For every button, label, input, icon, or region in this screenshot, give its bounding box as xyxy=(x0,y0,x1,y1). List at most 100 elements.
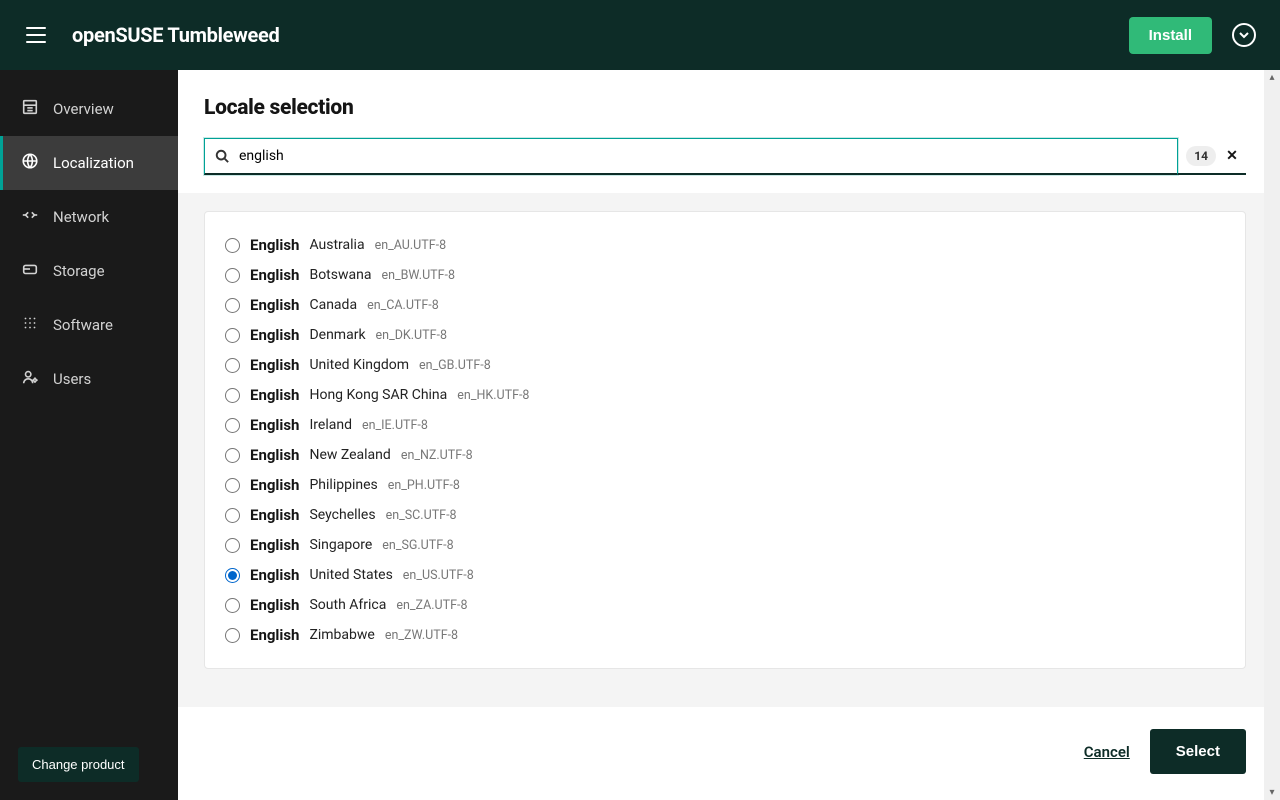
scrollbar[interactable]: ▴ ▾ xyxy=(1264,70,1280,800)
locale-code: en_HK.UTF-8 xyxy=(457,388,529,403)
sidebar: Overview Localization Network Storage Softwa… xyxy=(0,70,178,800)
locale-radio[interactable] xyxy=(225,508,240,523)
locale-language: English xyxy=(250,326,299,344)
locale-code: en_SC.UTF-8 xyxy=(386,508,457,523)
locale-code: en_US.UTF-8 xyxy=(403,568,474,583)
cancel-button[interactable]: Cancel xyxy=(1084,743,1130,761)
locale-country: Hong Kong SAR China xyxy=(309,387,447,403)
locale-row[interactable]: EnglishBotswanaen_BW.UTF-8 xyxy=(225,260,1225,290)
sidebar-item-label: Users xyxy=(53,370,91,388)
locale-country: Seychelles xyxy=(309,507,375,523)
locale-code: en_GB.UTF-8 xyxy=(419,358,491,373)
sidebar-item-users[interactable]: Users xyxy=(0,352,178,406)
locale-code: en_NZ.UTF-8 xyxy=(401,448,473,463)
locale-language: English xyxy=(250,566,299,584)
locale-code: en_ZW.UTF-8 xyxy=(385,628,458,643)
change-product-button[interactable]: Change product xyxy=(18,747,139,782)
menu-icon[interactable] xyxy=(24,23,48,47)
locale-radio[interactable] xyxy=(225,568,240,583)
locale-country: Singapore xyxy=(309,537,372,553)
locale-country: Zimbabwe xyxy=(309,627,374,643)
globe-icon xyxy=(21,152,39,174)
app-header: openSUSE Tumbleweed Install xyxy=(0,0,1280,70)
locale-code: en_AU.UTF-8 xyxy=(375,238,447,253)
locale-code: en_CA.UTF-8 xyxy=(367,298,439,313)
page-title: Locale selection xyxy=(204,96,1246,120)
locale-row[interactable]: English United Kingdom en_GB.UTF-8 xyxy=(225,350,1225,380)
locale-row[interactable]: English United States en_US.UTF-8 xyxy=(225,560,1225,590)
search-icon xyxy=(215,149,229,163)
locale-radio[interactable] xyxy=(225,268,240,283)
network-icon xyxy=(21,206,39,228)
sidebar-item-software[interactable]: Software xyxy=(0,298,178,352)
locale-row[interactable]: EnglishSouth Africaen_ZA.UTF-8 xyxy=(225,590,1225,620)
locale-country: Botswana xyxy=(309,267,371,283)
locale-country: Australia xyxy=(309,237,364,253)
main-content: Locale selection 14 ✕ EnglishAustraliaen… xyxy=(178,70,1280,800)
locale-country: Ireland xyxy=(309,417,352,433)
sidebar-item-label: Software xyxy=(53,316,113,334)
locale-language: English xyxy=(250,446,299,464)
clear-search-icon[interactable]: ✕ xyxy=(1224,148,1240,164)
sidebar-item-label: Localization xyxy=(53,154,134,172)
locale-radio[interactable] xyxy=(225,238,240,253)
locale-radio[interactable] xyxy=(225,388,240,403)
locale-country: South Africa xyxy=(309,597,386,613)
search-input[interactable] xyxy=(239,139,1167,173)
locale-language: English xyxy=(250,356,299,374)
software-icon xyxy=(21,314,39,336)
sidebar-item-storage[interactable]: Storage xyxy=(0,244,178,298)
locale-country: United States xyxy=(309,567,392,583)
locale-row[interactable]: EnglishHong Kong SAR Chinaen_HK.UTF-8 xyxy=(225,380,1225,410)
chevron-down-icon[interactable] xyxy=(1232,23,1256,47)
sidebar-item-label: Storage xyxy=(53,262,105,280)
locale-radio[interactable] xyxy=(225,538,240,553)
locale-language: English xyxy=(250,236,299,254)
locale-country: Denmark xyxy=(309,327,365,343)
storage-icon xyxy=(21,260,39,282)
search-box[interactable] xyxy=(204,138,1178,175)
sidebar-item-overview[interactable]: Overview xyxy=(0,82,178,136)
locale-language: English xyxy=(250,476,299,494)
locale-radio[interactable] xyxy=(225,328,240,343)
locale-row[interactable]: English Canada en_CA.UTF-8 xyxy=(225,290,1225,320)
locale-row[interactable]: English Australia en_AU.UTF-8 xyxy=(225,230,1225,260)
scroll-down-icon[interactable]: ▾ xyxy=(1269,787,1274,798)
locale-language: English xyxy=(250,536,299,554)
locale-code: en_PH.UTF-8 xyxy=(388,478,460,493)
locale-country: Canada xyxy=(309,297,357,313)
select-button[interactable]: Select xyxy=(1150,729,1246,774)
locale-country: Philippines xyxy=(309,477,377,493)
install-button[interactable]: Install xyxy=(1129,17,1212,54)
sidebar-item-network[interactable]: Network xyxy=(0,190,178,244)
overview-icon xyxy=(21,98,39,120)
locale-row[interactable]: English Zimbabwe en_ZW.UTF-8 xyxy=(225,620,1225,650)
locale-radio[interactable] xyxy=(225,358,240,373)
locale-row[interactable]: EnglishSeychellesen_SC.UTF-8 xyxy=(225,500,1225,530)
locale-radio[interactable] xyxy=(225,598,240,613)
locale-radio[interactable] xyxy=(225,478,240,493)
sidebar-item-localization[interactable]: Localization xyxy=(0,136,178,190)
locale-radio[interactable] xyxy=(225,628,240,643)
locale-country: New Zealand xyxy=(309,447,390,463)
locale-row[interactable]: English Ireland en_IE.UTF-8 xyxy=(225,410,1225,440)
scroll-up-icon[interactable]: ▴ xyxy=(1269,72,1274,83)
locale-radio[interactable] xyxy=(225,448,240,463)
locale-radio[interactable] xyxy=(225,418,240,433)
locale-row[interactable]: English Singapore en_SG.UTF-8 xyxy=(225,530,1225,560)
locale-language: English xyxy=(250,296,299,314)
locale-code: en_IE.UTF-8 xyxy=(362,418,428,433)
locale-language: English xyxy=(250,416,299,434)
locale-code: en_DK.UTF-8 xyxy=(376,328,447,343)
locale-language: English xyxy=(250,626,299,644)
locale-row[interactable]: English Denmark en_DK.UTF-8 xyxy=(225,320,1225,350)
product-title: openSUSE Tumbleweed xyxy=(72,23,279,47)
locale-country: United Kingdom xyxy=(309,357,409,373)
users-icon xyxy=(21,368,39,390)
locale-code: en_SG.UTF-8 xyxy=(382,538,453,553)
locale-radio[interactable] xyxy=(225,298,240,313)
locale-code: en_ZA.UTF-8 xyxy=(396,598,467,613)
locale-row[interactable]: English Philippines en_PH.UTF-8 xyxy=(225,470,1225,500)
sidebar-item-label: Network xyxy=(53,208,109,226)
locale-row[interactable]: English New Zealand en_NZ.UTF-8 xyxy=(225,440,1225,470)
